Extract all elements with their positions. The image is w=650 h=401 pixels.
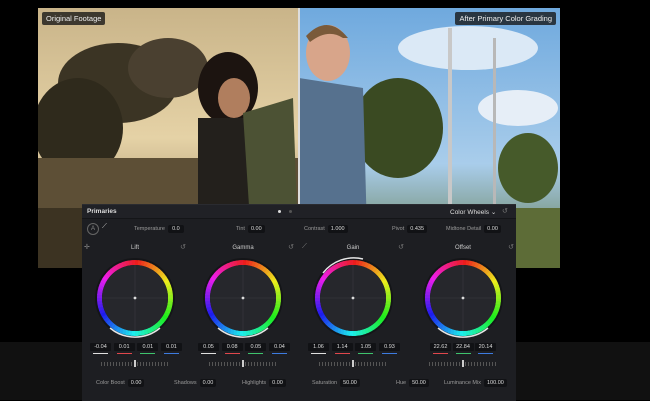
page-dots — [278, 209, 298, 215]
value-y[interactable]: 1.06 — [308, 343, 329, 354]
value-r[interactable]: 1.14 — [331, 343, 353, 354]
luminance-mix-field[interactable]: 100.00 — [484, 379, 507, 387]
panel-title: Primaries — [87, 208, 117, 215]
page-dot-active[interactable] — [278, 210, 281, 213]
panel-header: Primaries Color Wheels ⌄ ↺ — [82, 205, 516, 219]
wheel-gamma: Gamma ↺ 0.05 0.08 0.05 0.04 — [190, 243, 296, 371]
mode-dropdown[interactable]: Color Wheels ⌄ — [450, 208, 496, 216]
param-color-boost: Color Boost 0.00 — [96, 379, 145, 387]
value-b[interactable]: 20.14 — [475, 343, 496, 354]
color-boost-field[interactable]: 0.00 — [127, 379, 145, 387]
page-dot[interactable] — [288, 210, 292, 213]
param-label: Tint — [236, 226, 245, 232]
wheel-values: 22.62 22.84 20.14 — [430, 343, 496, 354]
value-g[interactable]: 22.84 — [452, 343, 474, 354]
shadows-field[interactable]: 0.00 — [199, 379, 217, 387]
param-label: Luminance Mix — [444, 380, 481, 386]
param-midtone-detail: Midtone Detail 0.00 — [446, 225, 501, 233]
param-luminance-mix: Luminance Mix 100.00 — [444, 379, 507, 387]
param-label: Highlights — [242, 380, 267, 386]
auto-balance-icon[interactable]: A — [87, 223, 99, 235]
color-wheel[interactable] — [94, 257, 176, 339]
original-footage-label: Original Footage — [42, 12, 106, 25]
slider-knob[interactable] — [242, 360, 244, 367]
value-r[interactable]: 0.01 — [113, 343, 135, 354]
param-label: Contrast — [304, 226, 325, 232]
reset-icon[interactable]: ↺ — [180, 243, 186, 251]
value-r[interactable]: 0.08 — [221, 343, 243, 354]
picker-icon[interactable]: ⟋ — [102, 223, 107, 231]
value-g[interactable]: 0.05 — [245, 343, 267, 354]
value-g[interactable]: 0.01 — [137, 343, 159, 354]
slider-knob[interactable] — [462, 360, 464, 367]
color-wheel[interactable] — [312, 257, 394, 339]
slider-knob[interactable] — [134, 360, 136, 367]
value-g[interactable]: 1.05 — [355, 343, 377, 354]
chevron-down-icon: ⌄ — [490, 209, 497, 216]
wheel-label: Gain — [346, 245, 360, 251]
param-hue: Hue 50.00 — [396, 379, 429, 387]
param-label: Saturation — [312, 380, 338, 386]
color-wheel[interactable] — [422, 257, 504, 339]
value-r[interactable]: 22.62 — [430, 343, 451, 354]
contrast-field[interactable]: 1.000 — [327, 225, 348, 233]
slider-knob[interactable] — [352, 360, 354, 367]
primaries-panel: Primaries Color Wheels ⌄ ↺ A ⟋ Temperatu… — [82, 204, 516, 401]
mode-label: Color Wheels — [450, 209, 490, 216]
param-temperature: Temperature 0.0 — [134, 225, 184, 233]
param-label: Shadows — [174, 380, 197, 386]
reset-all-icon[interactable]: ↺ — [502, 207, 508, 215]
hue-field[interactable]: 50.00 — [409, 379, 429, 387]
param-pivot: Pivot 0.435 — [392, 225, 427, 233]
param-shadows: Shadows 0.00 — [174, 379, 217, 387]
temperature-field[interactable]: 0.0 — [167, 225, 184, 233]
color-wheel[interactable] — [202, 257, 284, 339]
param-label: Pivot — [392, 226, 405, 232]
midtone-detail-field[interactable]: 0.00 — [484, 225, 501, 233]
param-contrast: Contrast 1.000 — [304, 225, 348, 233]
param-label: Hue — [396, 380, 407, 386]
param-label: Midtone Detail — [446, 226, 482, 232]
wheel-lift: ✛ Lift ↺ -0.04 0.01 0.01 0.01 — [82, 243, 188, 371]
saturation-field[interactable]: 50.00 — [340, 379, 360, 387]
graded-footage-label: After Primary Color Grading — [455, 12, 556, 25]
param-tint: Tint 0.00 — [236, 225, 265, 233]
value-b[interactable]: 0.93 — [378, 343, 400, 354]
param-highlights: Highlights 0.00 — [242, 379, 286, 387]
param-saturation: Saturation 50.00 — [312, 379, 360, 387]
wheel-gain: ⟋ Gain ↺ 1.06 1.14 1.05 0.93 — [300, 243, 406, 371]
wheel-values: 1.06 1.14 1.05 0.93 — [308, 343, 400, 354]
value-b[interactable]: 0.01 — [160, 343, 182, 354]
bottom-param-row: Color Boost 0.00 Shadows 0.00 Highlights 0.… — [82, 377, 516, 393]
reset-icon[interactable]: ↺ — [398, 243, 404, 251]
tint-field[interactable]: 0.00 — [247, 225, 265, 233]
param-row: A ⟋ Temperature 0.0 Tint 0.00 Contrast 1.00… — [82, 221, 516, 239]
wheel-values: -0.04 0.01 0.01 0.01 — [90, 343, 182, 354]
wheel-label: Lift — [130, 245, 139, 251]
value-y[interactable]: 0.05 — [198, 343, 219, 354]
wheel-label: Offset — [455, 245, 471, 251]
highlights-field[interactable]: 0.00 — [269, 379, 286, 387]
value-b[interactable]: 0.04 — [268, 343, 290, 354]
value-y[interactable]: -0.04 — [90, 343, 111, 354]
param-label: Temperature — [134, 226, 165, 232]
wheel-offset: Offset ↺ 22.62 22.84 20.14 — [410, 243, 516, 371]
param-label: Color Boost — [96, 380, 125, 386]
pivot-field[interactable]: 0.435 — [407, 225, 427, 233]
wheel-values: 0.05 0.08 0.05 0.04 — [198, 343, 290, 354]
wheel-label: Gamma — [232, 245, 254, 251]
reset-icon[interactable]: ↺ — [288, 243, 294, 251]
reset-icon[interactable]: ↺ — [508, 243, 514, 251]
